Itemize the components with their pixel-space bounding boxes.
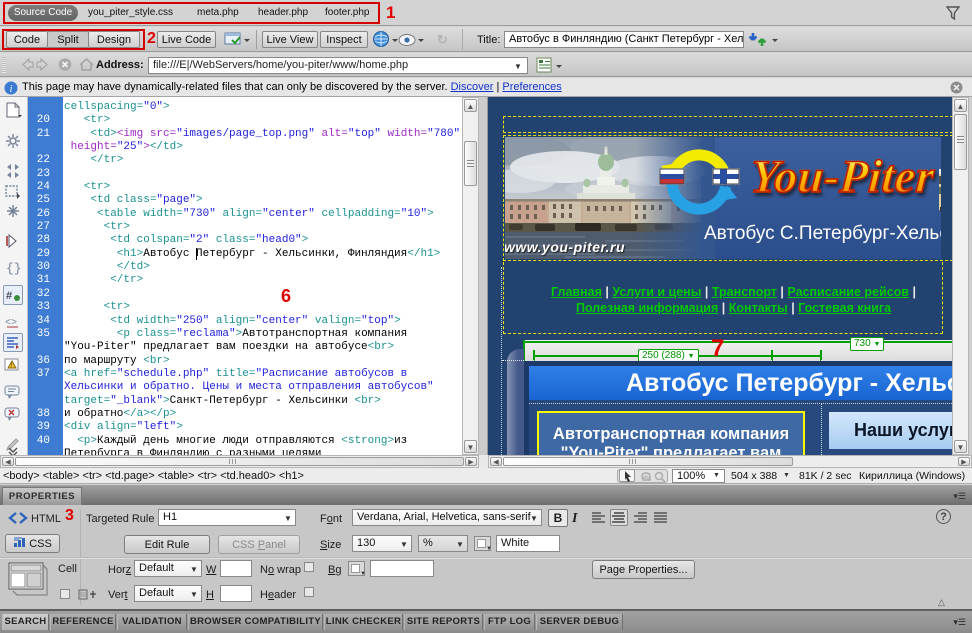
svg-text:{}: {} <box>6 261 21 275</box>
svg-text:i: i <box>10 84 13 95</box>
svg-text:#: # <box>6 290 12 302</box>
